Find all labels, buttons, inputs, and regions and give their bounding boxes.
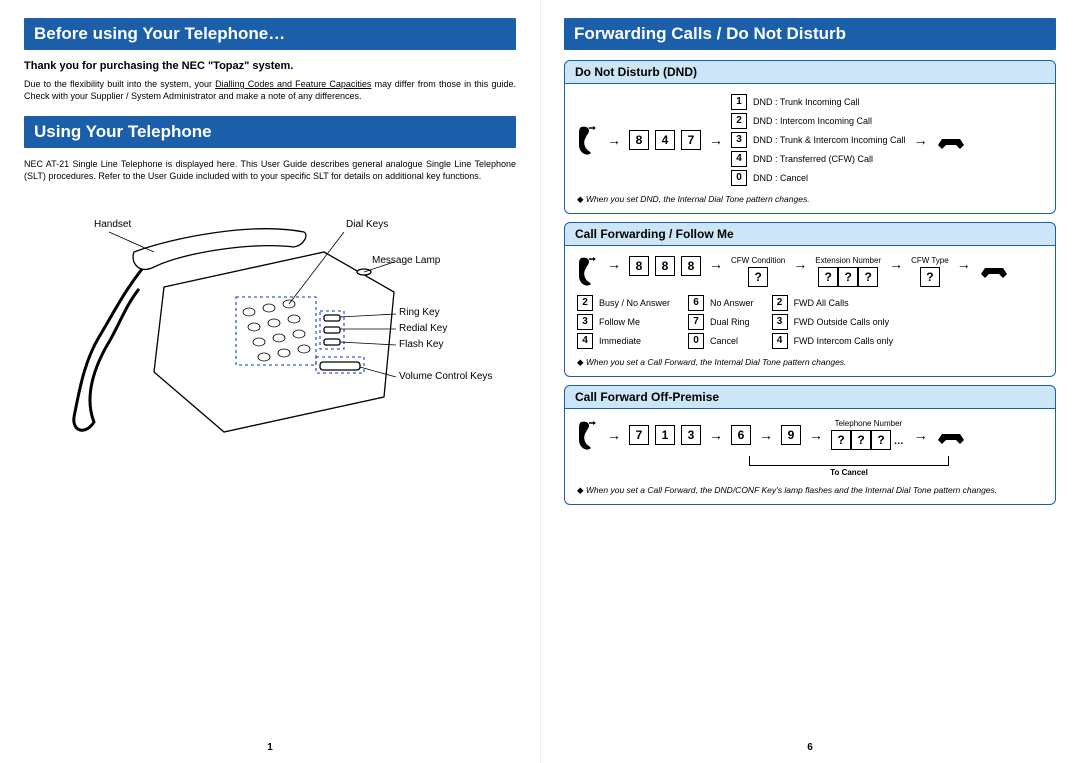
to-cancel-label: To Cancel bbox=[749, 468, 949, 477]
arrow-icon: → bbox=[709, 256, 723, 272]
section-before-using: Before using Your Telephone… bbox=[24, 18, 516, 50]
arrow-icon: → bbox=[889, 256, 903, 272]
dnd-box: → 8 4 7 → 1DND : Trunk Incoming Call 2DN… bbox=[564, 84, 1056, 214]
lift-handset-icon bbox=[577, 256, 599, 286]
hangup-icon bbox=[979, 256, 1009, 282]
cfw-type-col: 2FWD All Calls 3FWD Outside Calls only 4… bbox=[772, 295, 894, 349]
key-8: 8 bbox=[681, 256, 701, 276]
lift-handset-icon bbox=[577, 420, 599, 450]
key-9: 9 bbox=[781, 425, 801, 445]
cfw-box: → 8 8 8 → CFW Condition ? → Extension Nu… bbox=[564, 246, 1056, 377]
dnd-title: Do Not Disturb (DND) bbox=[564, 60, 1056, 84]
cfw-hdr-condition: CFW Condition bbox=[731, 256, 785, 265]
right-page: Forwarding Calls / Do Not Disturb Do Not… bbox=[540, 0, 1080, 763]
left-page: Before using Your Telephone… Thank you f… bbox=[0, 0, 540, 763]
phone-illustration bbox=[24, 197, 504, 477]
arrow-icon: → bbox=[759, 427, 773, 443]
arrow-icon: → bbox=[957, 256, 971, 272]
hangup-icon bbox=[936, 422, 966, 448]
section-forwarding: Forwarding Calls / Do Not Disturb bbox=[564, 18, 1056, 50]
phone-diagram: Handset Dial Keys Message Lamp Ring Key … bbox=[24, 197, 504, 477]
arrow-icon: → bbox=[709, 427, 723, 443]
key-7: 7 bbox=[681, 130, 701, 150]
key-8: 8 bbox=[629, 256, 649, 276]
label-dialkeys: Dial Keys bbox=[346, 219, 388, 230]
cfw-note: When you set a Call Forward, the Interna… bbox=[577, 357, 1043, 368]
key-4: 4 bbox=[655, 130, 675, 150]
telnum-label: Telephone Number bbox=[831, 419, 906, 428]
arrow-icon: → bbox=[607, 256, 621, 272]
cfw-ext-col: 6No Answer 7Dual Ring 0Cancel bbox=[688, 295, 754, 349]
intro-para-2: NEC AT-21 Single Line Telephone is displ… bbox=[24, 158, 516, 182]
lift-handset-icon bbox=[577, 125, 599, 155]
key-q: ? bbox=[748, 267, 768, 287]
off-title: Call Forward Off-Premise bbox=[564, 385, 1056, 409]
arrow-icon: → bbox=[709, 132, 723, 148]
cfw-hdr-ext: Extension Number bbox=[815, 256, 881, 265]
key-8: 8 bbox=[655, 256, 675, 276]
cfw-hdr-type: CFW Type bbox=[911, 256, 949, 265]
page-number-right: 6 bbox=[807, 742, 813, 753]
hangup-icon bbox=[936, 127, 966, 153]
off-note: When you set a Call Forward, the DND/CON… bbox=[577, 485, 1043, 496]
section-using-telephone: Using Your Telephone bbox=[24, 116, 516, 148]
dnd-note: When you set DND, the Internal Dial Tone… bbox=[577, 194, 1043, 205]
arrow-icon: → bbox=[607, 132, 621, 148]
intro-para-1: Due to the flexibility built into the sy… bbox=[24, 78, 516, 102]
arrow-icon: → bbox=[809, 427, 823, 443]
arrow-icon: → bbox=[607, 427, 621, 443]
label-redial: Redial Key bbox=[399, 323, 447, 334]
label-handset: Handset bbox=[94, 219, 131, 230]
key-6: 6 bbox=[731, 425, 751, 445]
cfw-title: Call Forwarding / Follow Me bbox=[564, 222, 1056, 246]
dnd-options: 1DND : Trunk Incoming Call 2DND : Interc… bbox=[731, 94, 906, 186]
arrow-icon: → bbox=[914, 132, 928, 148]
page-number-left: 1 bbox=[267, 742, 273, 753]
arrow-icon: → bbox=[793, 256, 807, 272]
label-message: Message Lamp bbox=[372, 255, 440, 266]
cfw-condition-col: 2Busy / No Answer 3Follow Me 4Immediate bbox=[577, 295, 670, 349]
key-8: 8 bbox=[629, 130, 649, 150]
label-ring: Ring Key bbox=[399, 307, 440, 318]
arrow-icon: → bbox=[914, 427, 928, 443]
label-flash: Flash Key bbox=[399, 339, 443, 350]
off-box: → 7 1 3 → 6 → 9 → Telephone Number ??? …… bbox=[564, 409, 1056, 505]
label-volume: Volume Control Keys bbox=[399, 371, 492, 382]
thank-you-text: Thank you for purchasing the NEC "Topaz"… bbox=[24, 60, 516, 72]
